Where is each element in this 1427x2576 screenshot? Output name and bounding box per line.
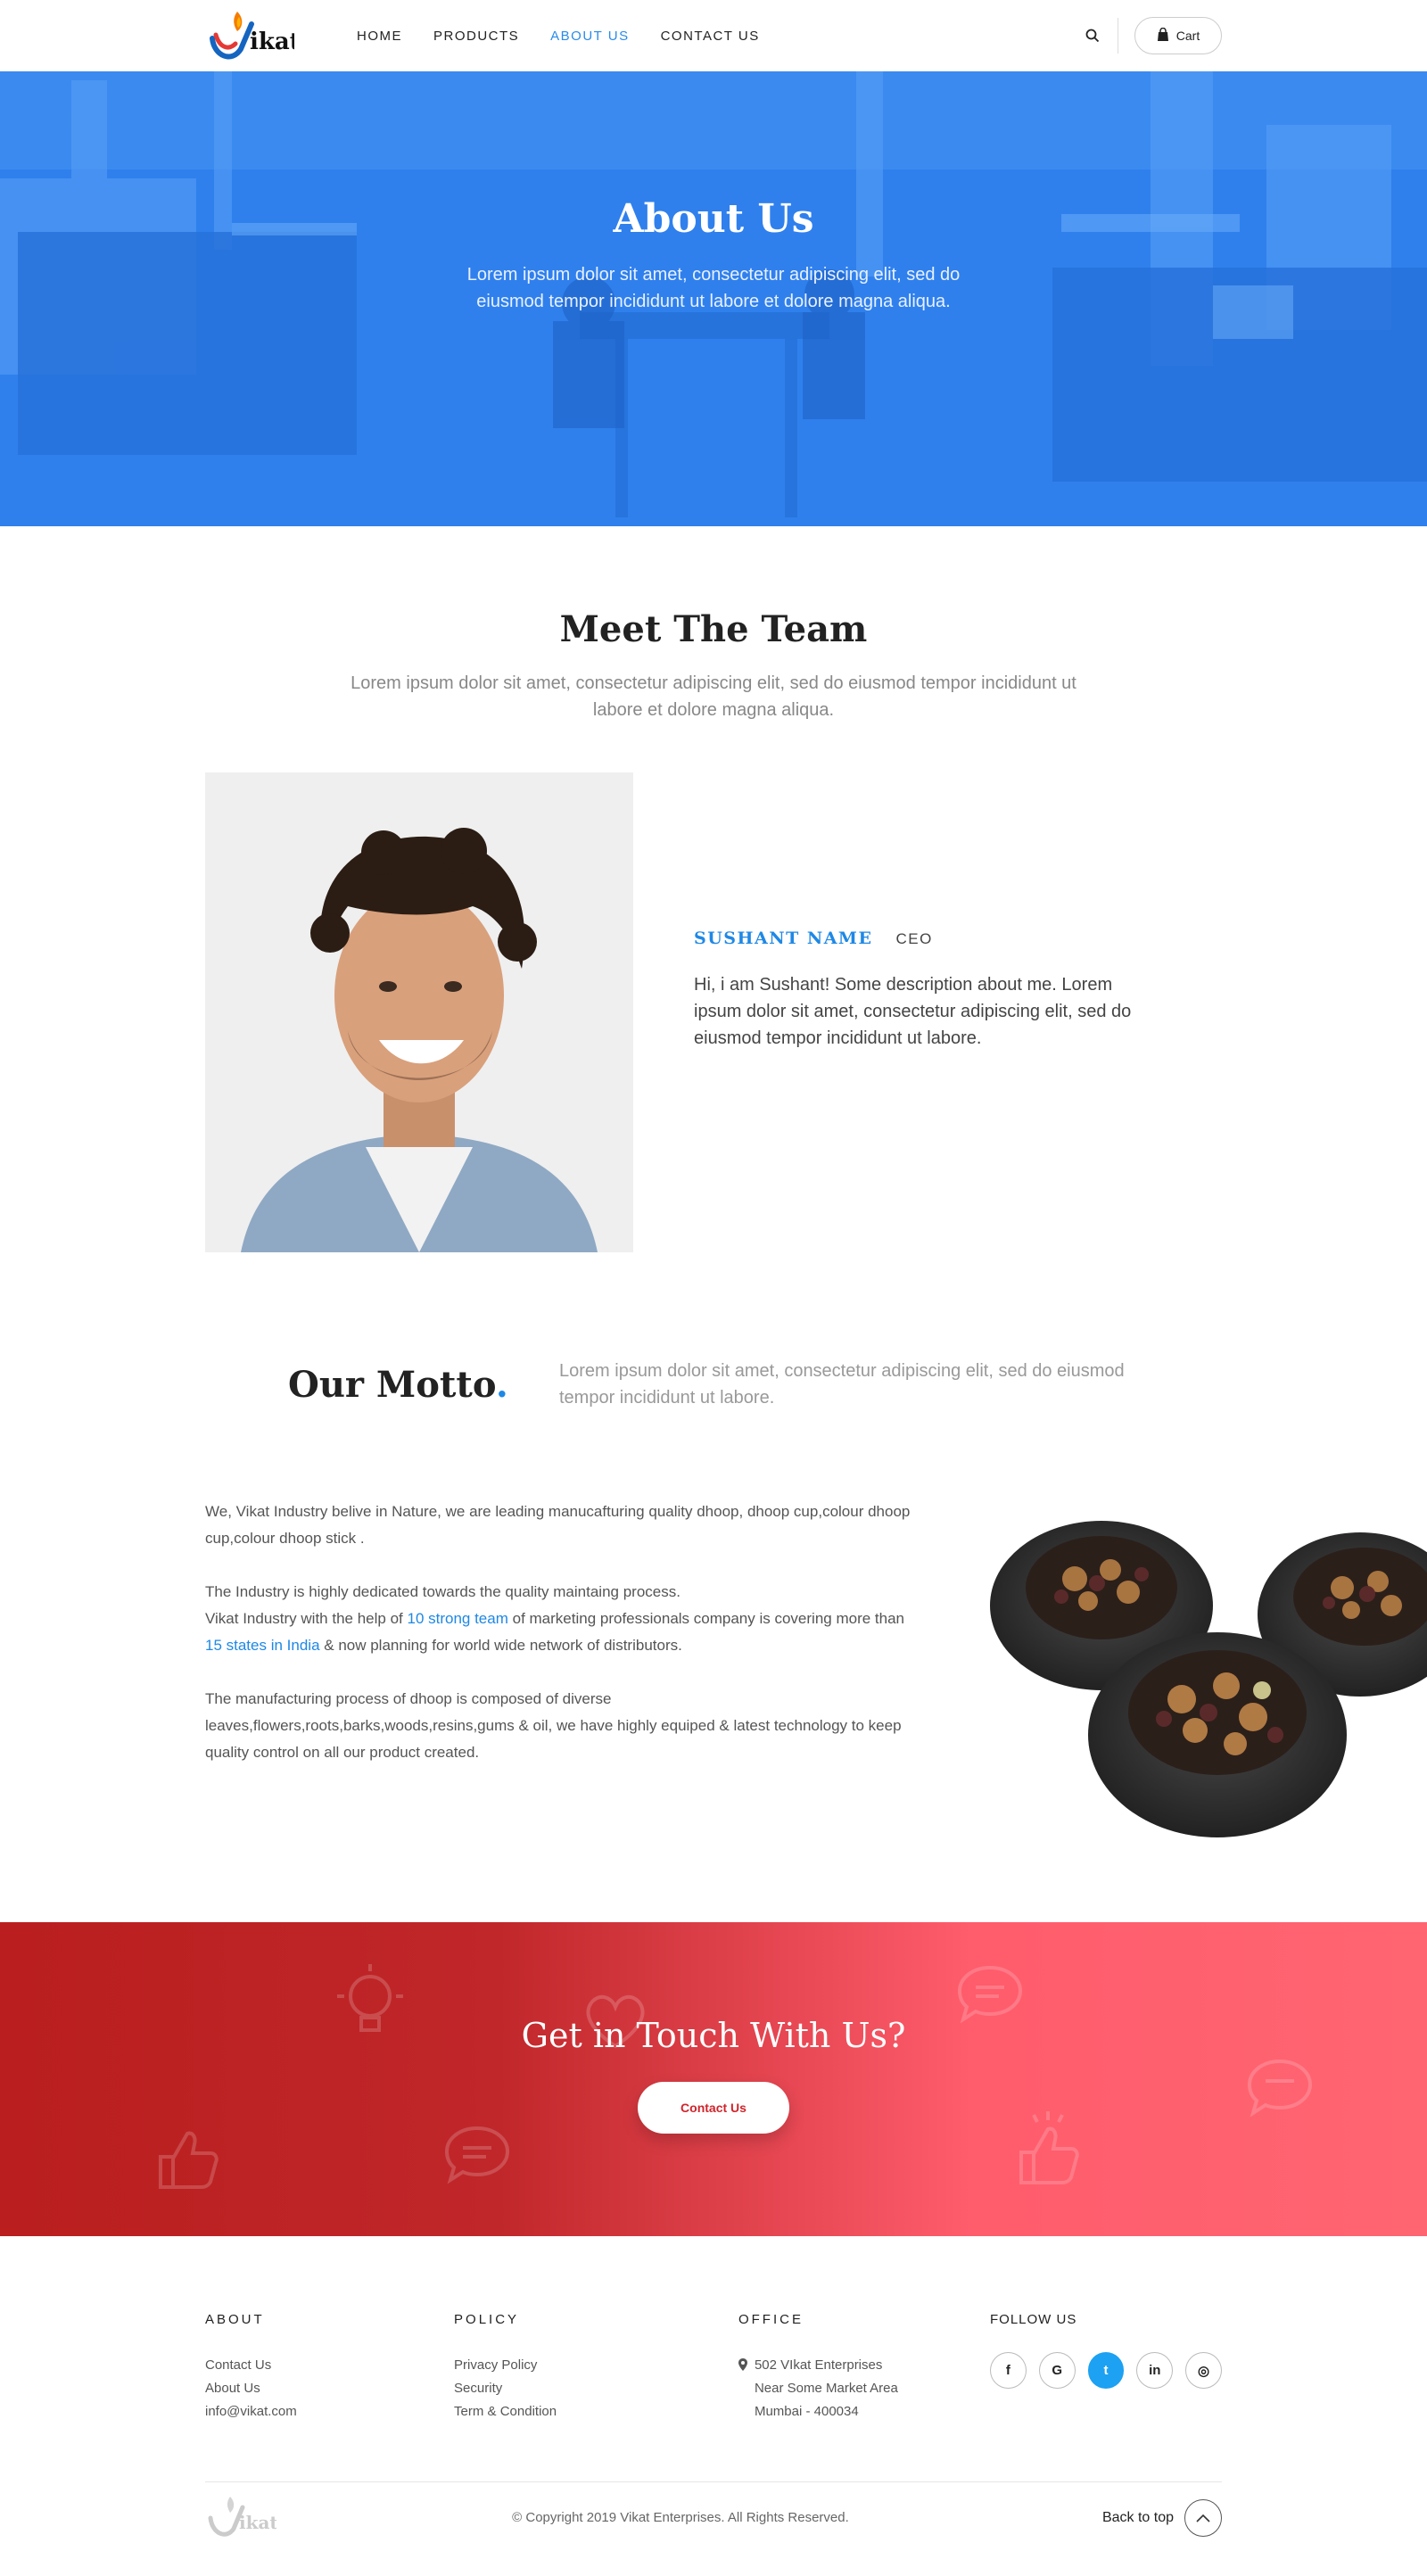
team-size-highlight: 10 strong team [407,1610,508,1627]
facebook-icon[interactable]: f [989,2352,1027,2389]
search-icon[interactable] [1084,27,1101,45]
nav-about-us[interactable]: ABOUT US [550,29,629,44]
cta-title: Get in Touch With Us? [521,2016,906,2055]
footer-office-title: OFFICE [738,2312,804,2327]
back-to-top-button[interactable]: Back to top [1101,2498,1222,2537]
copyright-text: © Copyright 2019 Vikat Enterprises. All … [512,2510,849,2525]
footer-bottom-bar: ikat © Copyright 2019 Vikat Enterprises.… [205,2481,1222,2553]
office-address: 502 VIkat Enterprises Near Some Market A… [738,2354,990,2423]
team-header: Meet The Team Lorem ipsum dolor sit amet… [0,526,1427,723]
hero-banner: About Us Lorem ipsum dolor sit amet, con… [0,71,1427,526]
team-subtitle: Lorem ipsum dolor sit amet, consectetur … [351,673,1076,720]
footer-columns: ABOUT Contact Us About Us info@vikat.com… [205,2312,1222,2423]
motto-section: Our Motto. Lorem ipsum dolor sit amet, c… [0,1358,1427,1411]
header-actions: Cart [1084,17,1222,54]
office-line-1: 502 VIkat Enterprises [754,2357,883,2373]
nav-home[interactable]: HOME [357,29,402,44]
map-pin-icon [738,2354,747,2423]
chevron-up-icon [1184,2498,1222,2537]
member-description: Hi, i am Sushant! Some description about… [694,975,1132,1048]
cart-label: Cart [1175,29,1200,43]
footer-link-terms[interactable]: Term & Condition [454,2400,738,2423]
motto-title: Our Motto. [288,1363,508,1406]
hero-content: About Us Lorem ipsum dolor sit amet, con… [0,196,1427,315]
footer-link-contact-us[interactable]: Contact Us [205,2354,454,2377]
social-links: f G t in ◎ [989,2352,1222,2389]
member-name-row: SUSHANT NAME CEO [694,929,1140,948]
footer-office-column: OFFICE 502 VIkat Enterprises Near Some M… [738,2312,990,2423]
footer-policy-column: POLICY Privacy Policy Security Term & Co… [454,2312,738,2423]
cta-content: Get in Touch With Us? Contact Us [0,2016,1427,2134]
team-member-card: SUSHANT NAME CEO Hi, i am Sushant! Some … [205,772,1427,1252]
page: ikat HOME PRODUCTS ABOUT US CONTACT US C… [0,0,1427,2576]
about-paragraph-3: The manufacturing process of dhoop is co… [205,1690,902,1761]
nav-products[interactable]: PRODUCTS [433,29,519,44]
site-logo[interactable]: ikat [205,4,357,67]
footer-link-security[interactable]: Security [454,2377,738,2400]
svg-text:ikat: ikat [250,29,294,55]
about-paragraph-1: We, Vikat Industry belive in Nature, we … [205,1503,911,1547]
get-in-touch-banner: Get in Touch With Us? Contact Us [0,1922,1427,2236]
site-footer: ABOUT Contact Us About Us info@vikat.com… [0,2236,1427,2553]
about-text: We, Vikat Industry belive in Nature, we … [205,1499,919,1873]
about-paragraph-2: The Industry is highly dedicated towards… [205,1583,904,1654]
instagram-icon[interactable]: ◎ [1185,2352,1222,2389]
main-nav: HOME PRODUCTS ABOUT US CONTACT US [357,29,760,44]
top-header: ikat HOME PRODUCTS ABOUT US CONTACT US C… [0,0,1427,71]
nav-contact-us[interactable]: CONTACT US [661,29,760,44]
footer-link-privacy-policy[interactable]: Privacy Policy [454,2354,738,2377]
footer-link-about-us[interactable]: About Us [205,2377,454,2400]
team-title: Meet The Team [559,608,868,650]
shopping-bag-icon [1157,27,1169,45]
states-highlight: 15 states in India [205,1637,320,1654]
footer-policy-title: POLICY [454,2312,520,2327]
member-name: SUSHANT NAME [694,929,873,948]
hero-title: About Us [613,196,814,242]
footer-about-title: ABOUT [205,2312,265,2327]
office-line-2: Near Some Market Area [754,2381,898,2396]
member-role: CEO [895,930,933,947]
back-to-top-label: Back to top [1101,2509,1174,2525]
footer-about-column: ABOUT Contact Us About Us info@vikat.com [205,2312,454,2423]
dhoop-cups-image [990,1521,1427,1837]
member-info: SUSHANT NAME CEO Hi, i am Sushant! Some … [694,772,1140,1252]
about-body-section: We, Vikat Industry belive in Nature, we … [0,1499,1427,1873]
contact-us-button[interactable]: Contact Us [638,2082,789,2134]
footer-logo[interactable]: ikat [205,2491,276,2545]
svg-text:ikat: ikat [239,2512,276,2533]
motto-text: Lorem ipsum dolor sit amet, consectetur … [559,1361,1125,1408]
footer-follow-title: FOLLOW US [989,2312,1077,2327]
member-photo [205,772,633,1252]
hero-subtitle: Lorem ipsum dolor sit amet, consectetur … [466,265,961,311]
thumbs-up-icon [159,2131,219,2189]
footer-link-email[interactable]: info@vikat.com [205,2400,454,2423]
twitter-icon[interactable]: t [1087,2352,1125,2389]
linkedin-icon[interactable]: in [1136,2352,1174,2389]
office-line-3: Mumbai - 400034 [754,2404,859,2419]
google-plus-icon[interactable]: G [1038,2352,1076,2389]
footer-follow-column: FOLLOW US f G t in ◎ [989,2312,1222,2423]
cart-button[interactable]: Cart [1134,17,1222,54]
team-section: Meet The Team Lorem ipsum dolor sit amet… [0,526,1427,1252]
logo-mark-icon: ikat [210,12,294,60]
